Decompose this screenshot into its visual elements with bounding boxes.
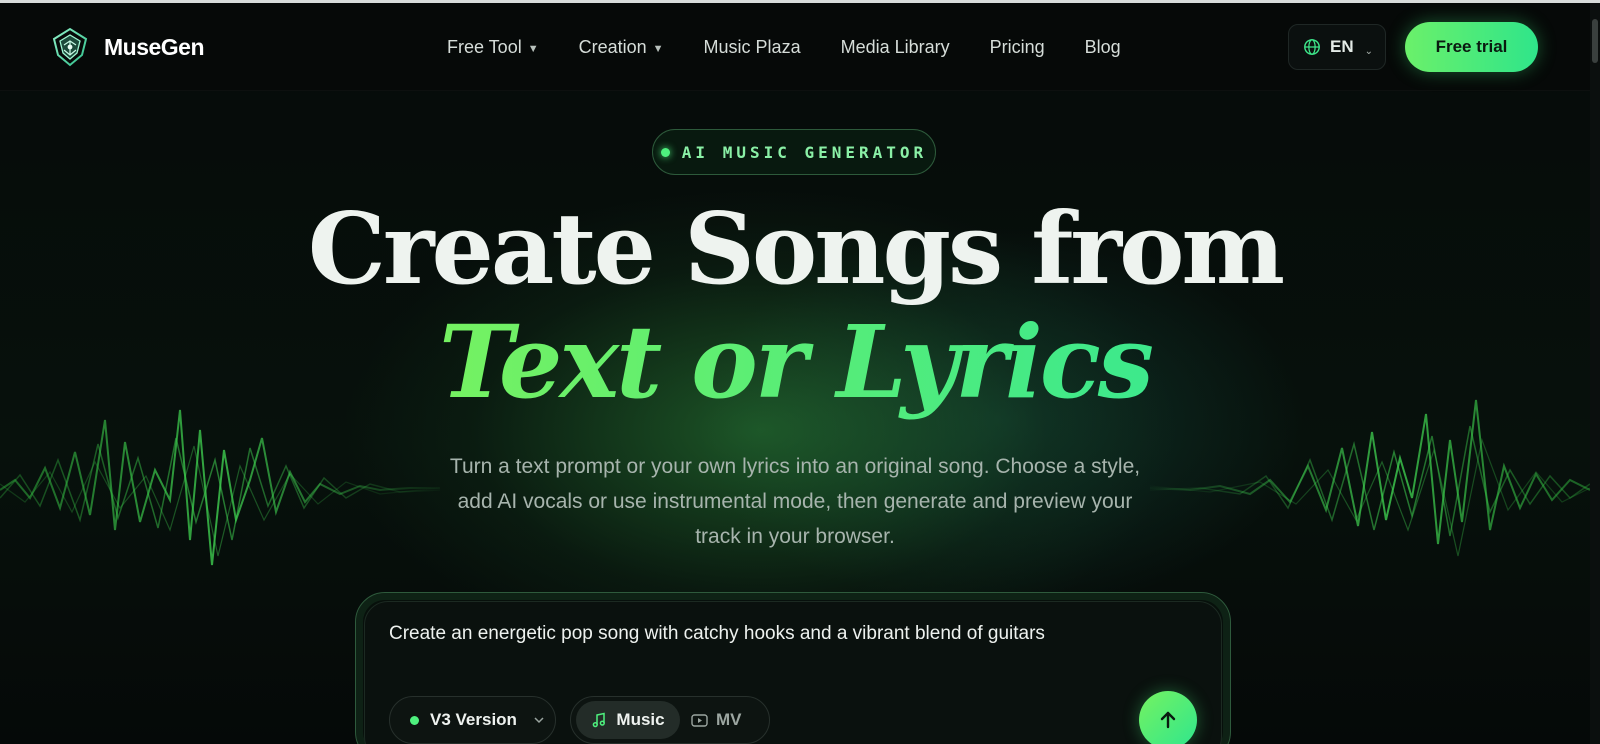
nav-media-library[interactable]: Media Library (841, 37, 950, 58)
nav-pricing[interactable]: Pricing (990, 37, 1045, 58)
mode-music-label: Music (616, 710, 665, 729)
hero-title-line2: Text or Lyrics (0, 303, 1590, 421)
caret-down-icon: ▼ (527, 43, 539, 55)
caret-down-icon: ▼ (652, 43, 664, 55)
nav-free-tool-label: Free Tool (447, 37, 522, 57)
brand-logo-link[interactable]: MuseGen (48, 25, 205, 69)
page: MuseGen Free Tool ▼ Creation ▼ Music Pla… (0, 0, 1600, 744)
prompt-input[interactable]: Create an energetic pop song with catchy… (389, 623, 1045, 645)
scrollbar-thumb[interactable] (1592, 19, 1598, 63)
hero-title-line1: Create Songs from (307, 192, 1285, 307)
language-code: EN (1330, 37, 1354, 56)
mode-mv-label: MV (716, 710, 742, 729)
arrow-up-icon (1160, 711, 1176, 729)
nav-free-tool[interactable]: Free Tool ▼ (447, 37, 539, 58)
nav-pricing-label: Pricing (989, 37, 1045, 57)
page-scrollbar[interactable] (1590, 3, 1600, 744)
version-status-dot (410, 715, 419, 725)
version-label: V3 Version (430, 710, 517, 729)
brand-name: MuseGen (104, 33, 205, 60)
mode-mv-tab[interactable]: MV (691, 701, 761, 739)
hero-badge: AI MUSIC GENERATOR (652, 129, 936, 175)
generate-submit-button[interactable] (1139, 691, 1197, 744)
free-trial-button[interactable]: Free trial (1405, 22, 1538, 72)
mode-music-tab[interactable]: Music (576, 701, 680, 739)
globe-icon (1304, 39, 1320, 55)
chevron-down-icon: ⌄ (1364, 45, 1374, 57)
nav-music-plaza[interactable]: Music Plaza (704, 37, 801, 58)
nav-blog[interactable]: Blog (1085, 37, 1121, 58)
video-icon (691, 713, 708, 727)
status-dot (660, 147, 670, 157)
main-menu: Free Tool ▼ Creation ▼ Music Plaza Media… (447, 37, 1121, 58)
nav-creation-label: Creation (578, 37, 647, 57)
nav-media-library-label: Media Library (840, 37, 950, 57)
mode-toggle: Music MV (570, 696, 770, 744)
nav-creation[interactable]: Creation ▼ (579, 37, 664, 58)
hero-subtitle: Turn a text prompt or your own lyrics in… (449, 455, 1141, 548)
music-note-icon (593, 712, 606, 728)
nav-blog-label: Blog (1084, 37, 1121, 57)
chevron-down-icon (534, 717, 544, 724)
language-selector[interactable]: EN ⌄ (1288, 24, 1386, 70)
hero-badge-label: AI MUSIC GENERATOR (681, 142, 928, 162)
nav-music-plaza-label: Music Plaza (703, 37, 801, 57)
musegen-logo-icon (52, 27, 88, 67)
top-navbar: MuseGen Free Tool ▼ Creation ▼ Music Pla… (0, 3, 1590, 91)
version-selector[interactable]: V3 Version (389, 696, 556, 744)
